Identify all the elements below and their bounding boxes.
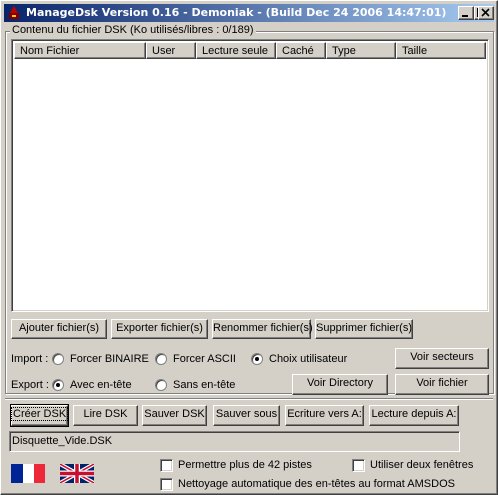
column-header-type[interactable]: Type <box>326 42 396 59</box>
button-label: Voir Directory <box>306 377 374 389</box>
view-file-button[interactable]: Voir fichier <box>395 374 489 395</box>
rename-files-button[interactable]: Renommer fichier(s) <box>212 319 313 339</box>
separator <box>5 398 493 400</box>
column-label: Nom Fichier <box>20 45 80 57</box>
button-label: Ecriture vers A: <box>287 408 362 420</box>
app-icon <box>9 6 19 19</box>
add-files-button[interactable]: Ajouter fichier(s) <box>11 319 107 339</box>
column-label: Lecture seule <box>202 45 269 57</box>
window-title: ManageDsk Version 0.16 - Demoniak - (Bui… <box>26 6 447 19</box>
dsk-filename-value: Disquette_Vide.DSK <box>12 435 113 447</box>
column-header-user[interactable]: User <box>146 42 196 59</box>
column-header-size[interactable]: Taille <box>396 42 486 59</box>
uk-flag-svg <box>60 464 94 483</box>
import-ascii-label[interactable]: Forcer ASCII <box>173 353 236 365</box>
write-to-a-button[interactable]: Ecriture vers A: <box>285 405 364 426</box>
column-header-name[interactable]: Nom Fichier <box>14 42 146 59</box>
button-label: Voir fichier <box>416 377 468 389</box>
button-label: Sauver sous <box>215 408 278 420</box>
export-no-header-label[interactable]: Sans en-tête <box>173 379 235 391</box>
export-with-header-label[interactable]: Avec en-tête <box>70 379 132 391</box>
view-directory-button[interactable]: Voir Directory <box>292 374 388 395</box>
column-label: Type <box>332 45 356 57</box>
button-label: Supprimer fichier(s) <box>316 322 412 334</box>
minimize-icon <box>462 15 468 17</box>
close-icon <box>481 8 490 17</box>
auto-clean-label[interactable]: Nettoyage automatique des en-têtes au fo… <box>178 478 455 490</box>
save-as-button[interactable]: Sauver sous <box>213 405 280 426</box>
read-dsk-button[interactable]: Lire DSK <box>73 405 138 426</box>
import-user-choice-radio[interactable] <box>251 353 263 365</box>
column-header-readonly[interactable]: Lecture seule <box>196 42 276 59</box>
title-bar[interactable]: ManageDsk Version 0.16 - Demoniak - (Bui… <box>4 4 494 22</box>
button-label: Créer DSK <box>10 407 69 421</box>
button-label: Voir secteurs <box>410 351 474 363</box>
close-button[interactable] <box>478 6 494 20</box>
two-windows-checkbox[interactable] <box>352 459 365 472</box>
more-tracks-checkbox[interactable] <box>160 459 173 472</box>
column-header-hidden[interactable]: Caché <box>276 42 326 59</box>
two-windows-label[interactable]: Utiliser deux fenêtres <box>370 459 473 471</box>
column-label: Caché <box>282 45 314 57</box>
button-label: Exporter fichier(s) <box>116 322 203 334</box>
auto-clean-checkbox[interactable] <box>160 478 173 491</box>
import-binary-radio[interactable] <box>52 353 64 365</box>
dsk-filename-field: Disquette_Vide.DSK <box>9 431 460 452</box>
button-label: Ajouter fichier(s) <box>18 322 100 334</box>
button-label: Lire DSK <box>83 408 128 420</box>
import-ascii-radio[interactable] <box>155 353 167 365</box>
file-list[interactable]: Nom Fichier User Lecture seule Caché Typ… <box>11 39 489 312</box>
button-label: Renommer fichier(s) <box>213 322 313 334</box>
button-label: Lecture depuis A: <box>371 408 457 420</box>
column-label: User <box>152 45 176 57</box>
export-files-button[interactable]: Exporter fichier(s) <box>111 319 208 339</box>
read-from-a-button[interactable]: Lecture depuis A: <box>369 405 459 426</box>
button-label: Sauver DSK <box>144 408 205 420</box>
import-binary-label[interactable]: Forcer BINAIRE <box>70 353 149 365</box>
import-user-choice-label[interactable]: Choix utilisateur <box>269 353 347 365</box>
export-label: Export : <box>11 379 49 391</box>
export-with-header-radio[interactable] <box>52 379 64 391</box>
french-flag-icon[interactable] <box>11 464 45 483</box>
delete-files-button[interactable]: Supprimer fichier(s) <box>315 319 413 339</box>
uk-flag-icon[interactable] <box>60 464 94 483</box>
app-window: ManageDsk Version 0.16 - Demoniak - (Bui… <box>0 0 498 495</box>
column-label: Taille <box>402 45 428 57</box>
save-dsk-button[interactable]: Sauver DSK <box>142 405 207 426</box>
french-flag-svg <box>11 464 45 483</box>
minimize-button[interactable] <box>458 6 474 20</box>
view-sectors-button[interactable]: Voir secteurs <box>395 348 489 369</box>
create-dsk-button[interactable]: Créer DSK <box>10 404 69 427</box>
dsk-content-title: Contenu du fichier DSK (Ko utilisés/libr… <box>10 24 256 36</box>
export-no-header-radio[interactable] <box>155 379 167 391</box>
more-tracks-label[interactable]: Permettre plus de 42 pistes <box>178 459 312 471</box>
import-label: Import : <box>11 353 49 365</box>
